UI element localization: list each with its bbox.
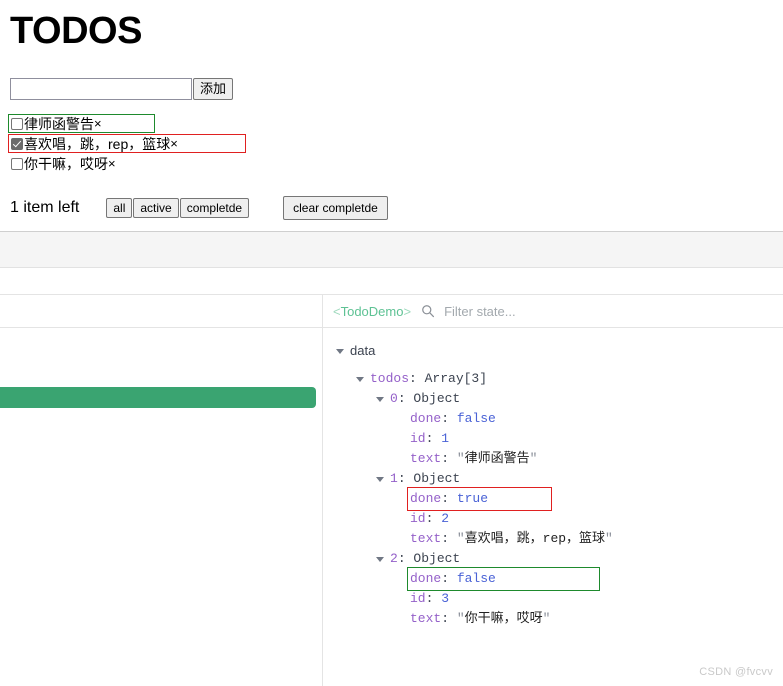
todo-remove-button[interactable]: × <box>94 116 102 132</box>
filter-state-input[interactable] <box>442 302 687 320</box>
tree-row-field[interactable]: text: "律师函警告" <box>323 449 783 469</box>
items-left-count: 1 item left <box>10 199 80 216</box>
tree-field-box: text: "喜欢唱，跳，rep，篮球" <box>410 531 613 546</box>
todo-list: 律师函警告 × 喜欢唱，跳，rep，篮球 × 你干嘛，哎呀 × <box>8 114 308 174</box>
tree-field-box: text: "律师函警告" <box>410 451 538 466</box>
state-tree: data todos: Array[3] 0: Object done: fal… <box>323 328 783 629</box>
tree-row-field[interactable]: id: 3 <box>323 589 783 609</box>
tree-value: 3 <box>441 591 450 606</box>
tree-key: id <box>410 431 426 446</box>
todo-app: TODOS 添加 律师函警告 × 喜欢唱，跳，rep，篮球 × 你干嘛，哎呀 ×… <box>0 0 783 231</box>
caret-down-icon[interactable] <box>376 555 385 564</box>
selected-component-name: <TodoDemo> <box>333 304 411 319</box>
todo-label: 你干嘛，哎呀 <box>24 155 108 172</box>
tree-value-type: Object <box>413 471 461 486</box>
quote-open: " <box>456 531 465 546</box>
clear-completed-button[interactable]: clear completde <box>283 196 388 220</box>
tree-row-field[interactable]: done: false <box>323 567 783 591</box>
tree-value-type: Object <box>413 551 461 566</box>
quote-close: " <box>542 611 551 626</box>
angle-bracket-open-icon: < <box>333 303 341 319</box>
tree-row-array-item[interactable]: 0: Object <box>323 389 783 409</box>
tree-row-data[interactable]: data <box>323 341 783 361</box>
tree-key-index: 2 <box>390 551 398 566</box>
tree-value: 2 <box>441 511 450 526</box>
todo-checkbox[interactable] <box>11 117 23 130</box>
tree-key: done <box>410 571 442 586</box>
tree-value: true <box>456 491 489 506</box>
caret-down-icon[interactable] <box>376 395 385 404</box>
tree-value: false <box>456 411 496 426</box>
tree-key: text <box>410 451 442 466</box>
quote-open: " <box>456 611 465 626</box>
search-icon <box>422 305 435 318</box>
tree-value: false <box>456 571 496 586</box>
todo-label: 律师函警告 <box>24 115 94 132</box>
filter-completed-button[interactable]: completde <box>179 198 250 218</box>
tree-row-field[interactable]: done: false <box>323 409 783 429</box>
tree-value-type: Object <box>413 391 461 406</box>
tree-key-data: data <box>350 343 376 358</box>
devtools-component-tree-header <box>0 295 322 328</box>
todo-checkbox[interactable] <box>11 137 23 150</box>
devtools-panel: <TodoDemo> data todos: Array[3] 0: Objec… <box>0 294 783 686</box>
tree-value: 喜欢唱，跳，rep，篮球 <box>464 531 606 546</box>
page-title: TODOS <box>10 10 142 52</box>
caret-down-icon[interactable] <box>356 375 365 384</box>
tree-key: id <box>410 591 426 606</box>
devtools-component-tree-pane <box>0 295 323 686</box>
component-name-text: TodoDemo <box>340 303 404 319</box>
add-todo-form: 添加 <box>10 78 234 100</box>
watermark: CSDN @fvcvv <box>699 666 773 678</box>
todo-list-item[interactable]: 你干嘛，哎呀 × <box>8 154 121 173</box>
devtools-gap <box>0 268 783 294</box>
tree-value: 1 <box>441 431 450 446</box>
tree-key: done <box>410 491 442 506</box>
tree-row-field[interactable]: id: 1 <box>323 429 783 449</box>
quote-open: " <box>456 451 465 466</box>
todo-remove-button[interactable]: × <box>170 136 178 152</box>
tree-key-index: 1 <box>390 471 398 486</box>
devtools-state-pane: <TodoDemo> data todos: Array[3] 0: Objec… <box>323 295 783 686</box>
todo-list-item[interactable]: 律师函警告 × <box>8 114 155 133</box>
tree-field-box: text: "你干嘛，哎呀" <box>410 611 551 626</box>
quote-close: " <box>529 451 538 466</box>
todo-footer: 1 item left all active completde clear c… <box>10 196 388 220</box>
caret-down-icon[interactable] <box>336 347 345 356</box>
todo-remove-button[interactable]: × <box>108 156 116 172</box>
filter-button-group: all active completde <box>106 198 250 218</box>
filter-all-button[interactable]: all <box>106 198 133 218</box>
tree-key: text <box>410 611 442 626</box>
tree-key-index: 0 <box>390 391 398 406</box>
caret-down-icon[interactable] <box>376 475 385 484</box>
tree-key: text <box>410 531 442 546</box>
tree-value: 律师函警告 <box>464 451 530 466</box>
selected-component-highlight-bar[interactable] <box>0 387 316 408</box>
quote-close: " <box>605 531 613 546</box>
todo-list-item[interactable]: 喜欢唱，跳，rep，篮球 × <box>8 134 246 153</box>
todo-checkbox[interactable] <box>11 157 23 170</box>
tree-row-field[interactable]: text: "你干嘛，哎呀" <box>323 609 783 629</box>
new-todo-input[interactable] <box>10 78 192 100</box>
tree-key: done <box>410 411 442 426</box>
devtools-state-header: <TodoDemo> <box>323 295 783 328</box>
filter-active-button[interactable]: active <box>133 198 179 218</box>
angle-bracket-close-icon: > <box>403 303 412 319</box>
tree-row-field[interactable]: done: true <box>323 487 783 511</box>
tree-key: id <box>410 511 426 526</box>
tree-value: 你干嘛，哎呀 <box>464 611 543 626</box>
todo-label: 喜欢唱，跳，rep，篮球 <box>24 135 171 152</box>
tree-row-field[interactable]: id: 2 <box>323 509 783 529</box>
devtools-toolbar-band <box>0 231 783 268</box>
tree-row-field[interactable]: text: "喜欢唱，跳，rep，篮球" <box>323 529 783 549</box>
tree-row-array-item[interactable]: 1: Object <box>323 469 783 489</box>
tree-key-todos: todos <box>370 371 410 386</box>
tree-row-todos[interactable]: todos: Array[3] <box>323 369 783 389</box>
tree-row-array-item[interactable]: 2: Object <box>323 549 783 569</box>
tree-value-todos-type: Array[3] <box>424 371 488 386</box>
add-todo-button[interactable]: 添加 <box>193 78 234 100</box>
